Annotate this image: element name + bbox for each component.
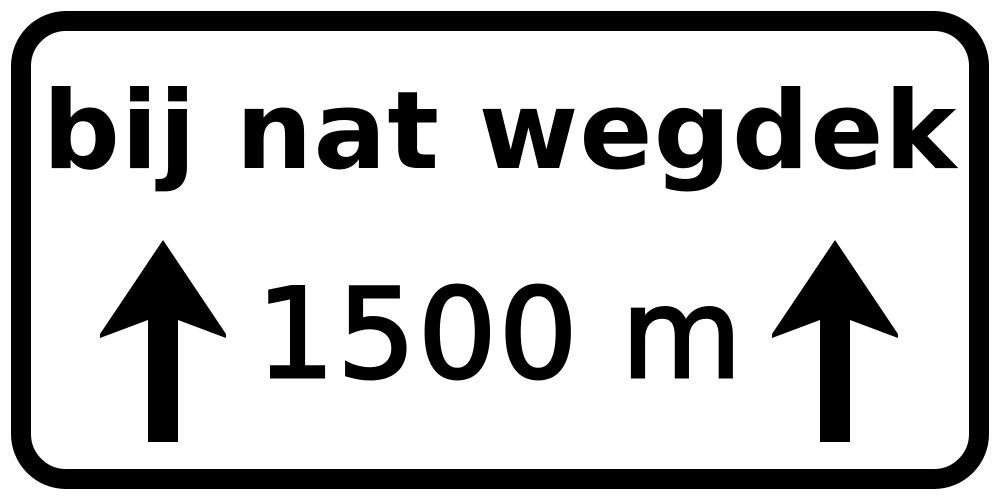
arrow-up-icon: [772, 240, 898, 442]
sign-condition-text: bij nat wegdek: [42, 69, 958, 194]
arrow-up-icon: [100, 240, 226, 442]
sign-distance-text: 1500 m: [255, 263, 744, 407]
